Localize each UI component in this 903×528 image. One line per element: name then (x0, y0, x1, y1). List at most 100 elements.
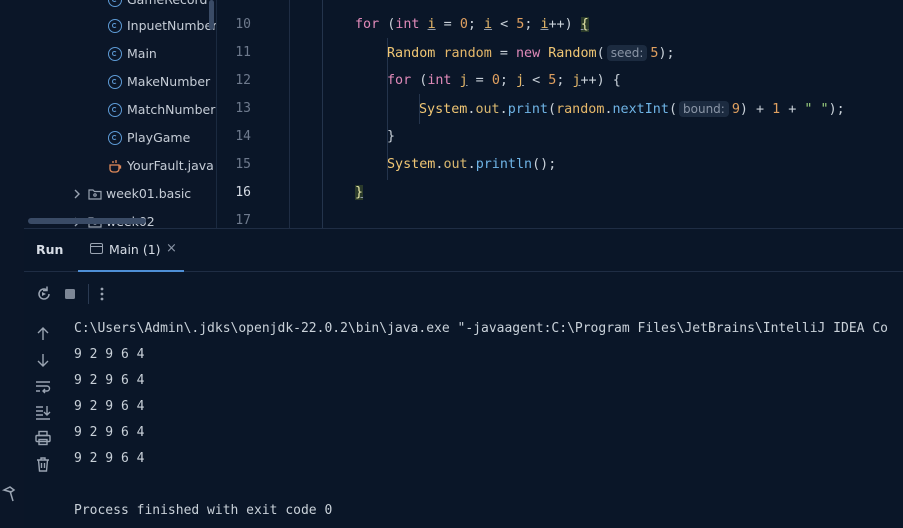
keyword: int (427, 73, 452, 88)
punctuation: ; (499, 73, 516, 88)
tree-horizontal-scrollbar[interactable] (28, 218, 146, 224)
console-output-line: 9 2 9 6 4 (74, 425, 145, 440)
punctuation: + (780, 102, 805, 117)
punctuation: (); (532, 157, 557, 172)
punctuation: ++) { (580, 73, 621, 88)
tree-item-label: week01.basic (106, 186, 192, 201)
variable: i (484, 17, 493, 32)
class-icon (108, 75, 122, 89)
line-number: 13 (235, 101, 251, 116)
arrow-down-icon[interactable] (34, 351, 52, 369)
arrow-up-icon[interactable] (34, 325, 52, 343)
tab-main-1[interactable]: Main (1) × (78, 229, 184, 272)
keyword: for (355, 17, 380, 32)
number: 0 (459, 17, 468, 32)
soft-wrap-icon[interactable] (34, 377, 52, 395)
rerun-icon[interactable] (34, 284, 54, 304)
editor-gutter: 9 10 11 12 13 14 15 16 17 (217, 0, 290, 228)
stop-icon[interactable] (60, 284, 80, 304)
code-line-16: } (355, 179, 364, 207)
tree-item-week01-basic[interactable]: week01.basic (72, 180, 191, 208)
console-output[interactable]: C:\Users\Admin\.jdks\openjdk-22.0.2\bin\… (74, 315, 903, 528)
hammer-icon[interactable] (1, 484, 21, 504)
console-exit-message: Process finished with exit code 0 (74, 503, 333, 518)
tree-item-label: MakeNumber (127, 74, 211, 89)
indent-guide (322, 0, 323, 228)
punctuation: ( (411, 73, 428, 88)
class-icon (108, 0, 122, 7)
variable: j (516, 73, 525, 88)
matched-brace: { (580, 17, 589, 32)
punctuation: ; (524, 17, 541, 32)
method: println (475, 157, 533, 172)
punctuation: < (492, 17, 517, 32)
code-line-10: for (int i = 0; i < 5; i++) { (355, 11, 589, 39)
code-line-15: System.out.println(); (387, 151, 556, 179)
punctuation: ( (548, 102, 557, 117)
punctuation: ); (828, 102, 845, 117)
keyword: new (516, 46, 541, 61)
field: out (443, 157, 468, 172)
method: print (507, 102, 548, 117)
class-name: Random (387, 46, 436, 61)
console-output-line: 9 2 9 6 4 (74, 451, 145, 466)
class-name: System (387, 157, 436, 172)
tree-item-label: YourFault.java (127, 158, 214, 173)
tab-label: Main (1) (109, 242, 161, 257)
more-vertical-icon[interactable] (92, 284, 112, 304)
line-number: 14 (235, 129, 251, 144)
punctuation: ( (379, 17, 396, 32)
class-name: Random (548, 46, 597, 61)
line-number: 12 (235, 73, 251, 88)
punctuation: = (467, 73, 492, 88)
code-line-13: System.out.print(random.nextInt(bound: 9)… (419, 95, 845, 123)
package-folder-icon (88, 189, 102, 200)
code-line-11: Random random = new Random(seed: 5); (387, 39, 675, 67)
tree-item-label: InpuetNumber (127, 18, 217, 33)
tree-item-label: PlayGame (127, 130, 191, 145)
parameter-hint: seed: (606, 45, 648, 61)
punctuation: < (524, 73, 549, 88)
print-icon[interactable] (34, 429, 52, 447)
code-editor[interactable]: for (int i = 0; i < 5; i++) { Random ran… (290, 0, 903, 228)
tree-item-makenumber[interactable]: MakeNumber (108, 68, 210, 96)
trash-icon[interactable] (34, 455, 52, 473)
keyword: int (395, 17, 420, 32)
string-literal: " " (804, 102, 829, 117)
tree-item-yourfault[interactable]: YourFault.java (108, 152, 214, 180)
punctuation: ); (658, 46, 675, 61)
tree-item-playgame[interactable]: PlayGame (108, 124, 190, 152)
tree-item-label: MatchNumbers (127, 102, 217, 117)
tree-item-main[interactable]: Main (108, 40, 157, 68)
scroll-to-end-icon[interactable] (34, 403, 52, 421)
tree-vertical-scrollbar[interactable] (209, 0, 214, 30)
console-command-line: C:\Users\Admin\.jdks\openjdk-22.0.2\bin\… (74, 321, 888, 336)
variable: random (556, 102, 605, 117)
variable: i (427, 17, 436, 32)
active-tab-indicator (78, 270, 184, 272)
close-icon[interactable]: × (166, 241, 177, 256)
variable: i (540, 17, 549, 32)
variable: j (572, 73, 581, 88)
variable: j (459, 73, 468, 88)
punctuation: . (499, 102, 508, 117)
method: nextInt (612, 102, 669, 117)
class-icon (108, 131, 122, 145)
punctuation: ( (668, 102, 677, 117)
tree-item-matchnumbers[interactable]: MatchNumbers (108, 96, 217, 124)
punctuation: = (491, 46, 516, 61)
chevron-right-icon[interactable] (72, 189, 82, 199)
run-tab-bar: Run Main (1) × (24, 229, 903, 272)
variable: random (443, 46, 492, 61)
number: 9 (731, 102, 740, 117)
toolbar-separator (88, 284, 89, 304)
tree-item-inpuetnumber[interactable]: InpuetNumber (108, 12, 217, 40)
number: 0 (491, 73, 500, 88)
line-number: 11 (235, 45, 251, 60)
matched-brace: } (355, 185, 364, 200)
number: 1 (772, 102, 781, 117)
punctuation: ( (596, 46, 605, 61)
tree-item-label: Main (127, 46, 157, 61)
